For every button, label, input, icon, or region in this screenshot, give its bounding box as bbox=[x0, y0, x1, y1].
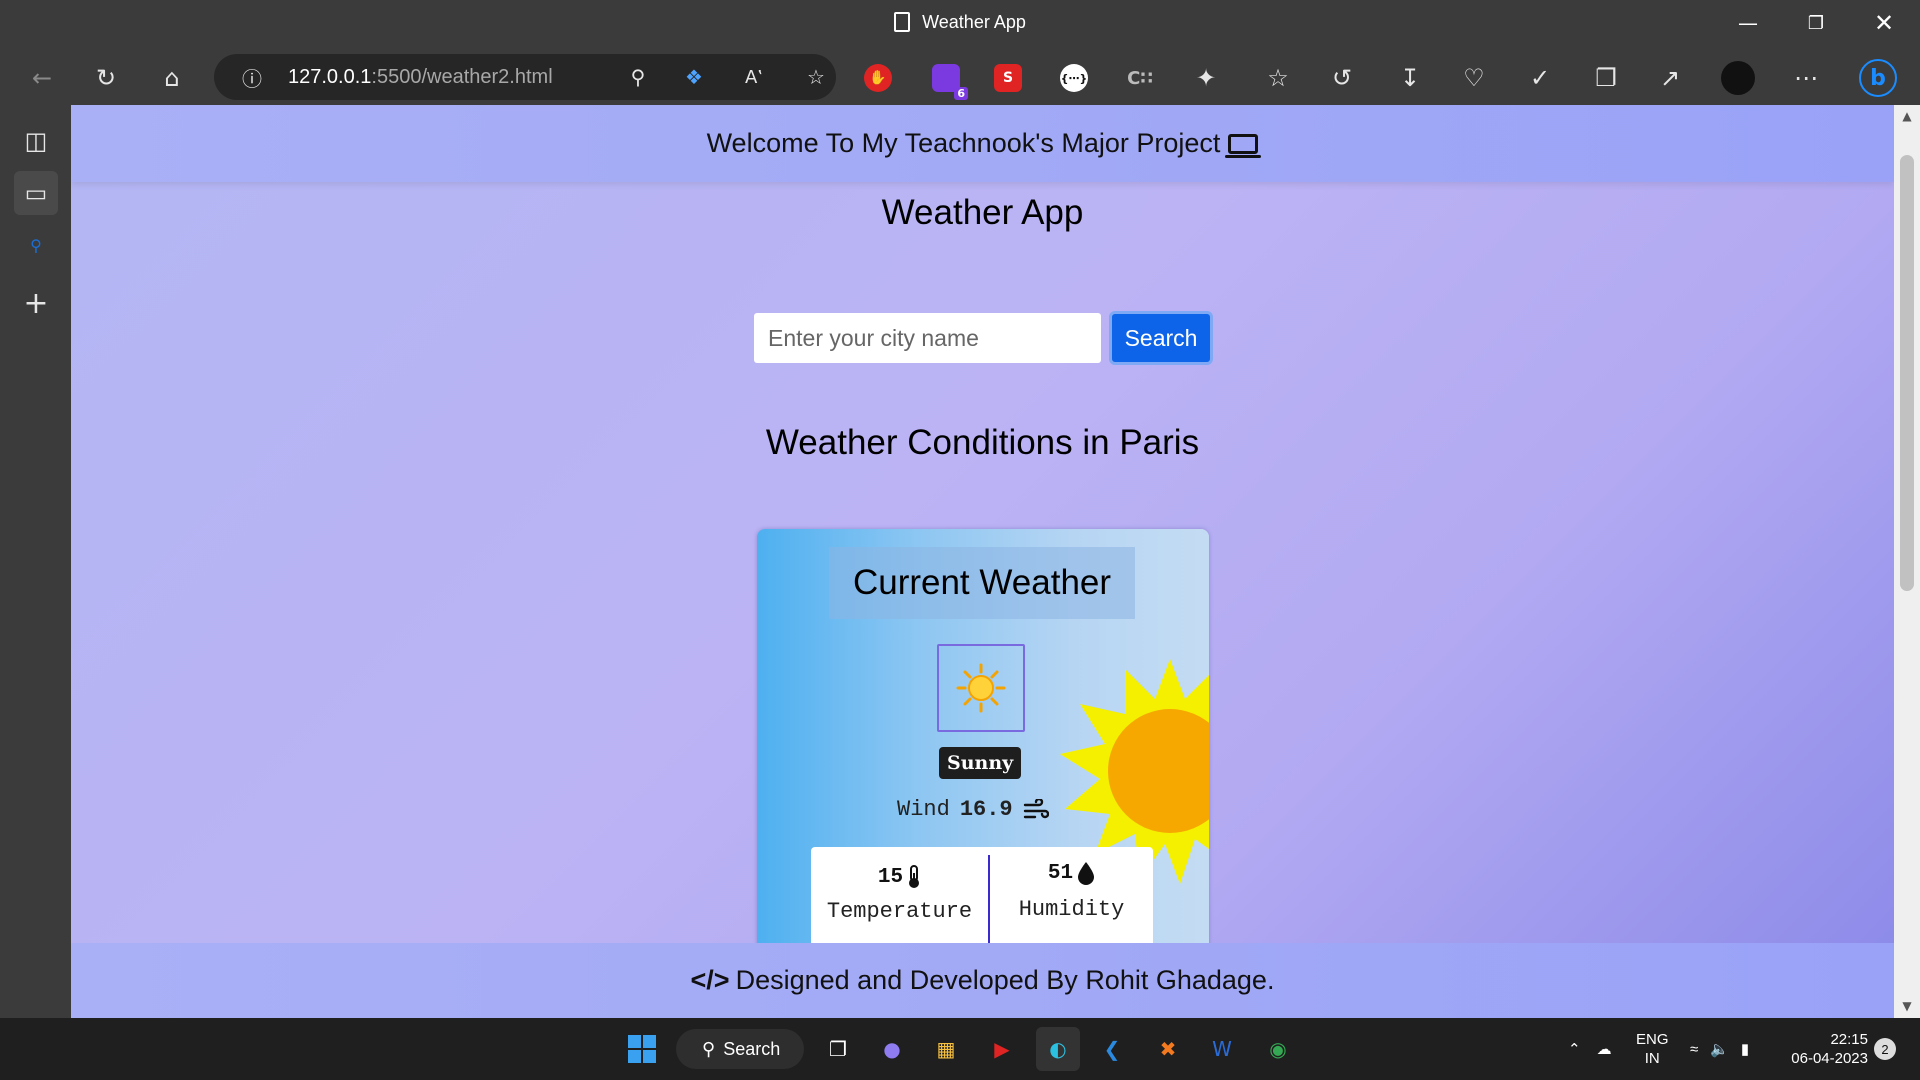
back-icon[interactable]: ← bbox=[22, 58, 62, 98]
favorites-icon[interactable]: ☆ bbox=[1258, 58, 1298, 98]
split-screen-icon[interactable]: ❐ bbox=[1586, 58, 1626, 98]
health-icon[interactable]: ♡ bbox=[1454, 58, 1494, 98]
search-icon: ⚲ bbox=[702, 1038, 716, 1059]
system-tray: ⌃ ☁ bbox=[1568, 1018, 1612, 1080]
youtube-icon[interactable]: ▶ bbox=[980, 1027, 1024, 1071]
temperature-value: 15 bbox=[877, 865, 904, 889]
extensions-icon[interactable]: ✦ bbox=[1186, 58, 1226, 98]
download-icon[interactable]: ↧ bbox=[1390, 58, 1430, 98]
wind-icon bbox=[1023, 798, 1049, 818]
more-icon[interactable]: ⋯ bbox=[1786, 58, 1826, 98]
minimize-button[interactable]: — bbox=[1716, 0, 1780, 46]
show-hidden-icons-icon[interactable]: ⌃ bbox=[1568, 1040, 1581, 1058]
read-aloud-icon[interactable]: A‛ bbox=[734, 57, 774, 97]
avatar bbox=[1721, 61, 1755, 95]
collections-icon[interactable]: ✓ bbox=[1520, 58, 1560, 98]
thermometer-icon bbox=[909, 865, 920, 888]
scroll-down-icon[interactable]: ▼ bbox=[1894, 999, 1920, 1013]
wind-value: 16.9 bbox=[959, 797, 1013, 822]
notifications-button[interactable]: 2 bbox=[1874, 1018, 1896, 1080]
onedrive-icon[interactable]: ☁ bbox=[1597, 1040, 1612, 1058]
search-button[interactable]: Search bbox=[1109, 311, 1213, 365]
refresh-icon[interactable]: ↻ bbox=[86, 58, 126, 98]
battery-icon: ▮ bbox=[1740, 1041, 1750, 1058]
taskbar-search-button[interactable]: ⚲ Search bbox=[676, 1029, 804, 1069]
tag-icon[interactable]: ❖ bbox=[674, 57, 714, 97]
restore-button[interactable]: ❐ bbox=[1784, 0, 1848, 46]
city-search-input[interactable] bbox=[754, 313, 1101, 363]
temperature-label: Temperature bbox=[826, 899, 973, 924]
search-tab-icon[interactable]: ⚲ bbox=[14, 223, 58, 267]
page-header: Welcome To My Teachnook's Major Project bbox=[71, 105, 1894, 182]
wind-readout: Wind 16.9 bbox=[897, 797, 1049, 822]
condition-badge: Sunny bbox=[939, 747, 1022, 779]
task-view-icon[interactable]: ❐ bbox=[816, 1027, 860, 1071]
tab-actions-icon[interactable]: ◫ bbox=[14, 119, 58, 163]
volume-muted-icon: 🔈 bbox=[1710, 1041, 1729, 1058]
page-title: Weather App bbox=[881, 193, 1084, 232]
clock[interactable]: 22:15 06-04-2023 bbox=[1788, 1018, 1868, 1080]
card-title: Current Weather bbox=[829, 547, 1135, 619]
window-title-bar: Weather App — ❐ ✕ bbox=[0, 0, 1920, 50]
file-explorer-icon[interactable]: ▦ bbox=[924, 1027, 968, 1071]
sun-icon bbox=[956, 663, 1006, 713]
word-icon[interactable]: W bbox=[1200, 1027, 1244, 1071]
browser-toolbar: ← ↻ ⌂ ⓘ 127.0.0.1:5500/weather2.html ⚲ ❖… bbox=[0, 50, 1920, 105]
url-text[interactable]: 127.0.0.1:5500/weather2.html bbox=[288, 66, 553, 89]
history-icon[interactable]: ↺ bbox=[1322, 58, 1362, 98]
add-favorite-icon[interactable]: ☆ bbox=[796, 57, 836, 97]
page-scrollbar[interactable]: ▲ ▼ bbox=[1894, 105, 1920, 1018]
start-icon[interactable] bbox=[620, 1027, 664, 1071]
extension-badge-icon[interactable]: 6 bbox=[932, 64, 968, 100]
language-indicator[interactable]: ENG IN bbox=[1636, 1018, 1669, 1080]
json-extension-icon[interactable]: {⋯} bbox=[1060, 64, 1088, 92]
home-icon[interactable]: ⌂ bbox=[152, 58, 192, 98]
wind-label: Wind bbox=[897, 797, 950, 822]
search-form: Search bbox=[754, 311, 1213, 365]
page-footer: </> Designed and Developed By Rohit Ghad… bbox=[71, 943, 1894, 1018]
address-bar[interactable]: ⓘ 127.0.0.1:5500/weather2.html ⚲ ❖ A‛ ☆ bbox=[214, 54, 836, 100]
page-viewport: Welcome To My Teachnook's Major Project … bbox=[71, 105, 1894, 1018]
document-icon bbox=[894, 12, 911, 32]
window-title: Weather App bbox=[0, 12, 1920, 33]
browser-sidebar: ◫ ▭ ⚲ + bbox=[0, 105, 71, 1018]
chrome-icon[interactable]: ◉ bbox=[1256, 1027, 1300, 1071]
scroll-thumb[interactable] bbox=[1900, 155, 1914, 591]
xampp-icon[interactable]: ✖ bbox=[1146, 1027, 1190, 1071]
share-icon[interactable]: ↗ bbox=[1650, 58, 1690, 98]
weather-card: Current Weather Sunny Wind 16.9 15 Tempe… bbox=[757, 529, 1209, 959]
droplet-icon bbox=[1078, 862, 1095, 885]
info-icon[interactable]: ⓘ bbox=[232, 57, 272, 97]
page-tab-icon[interactable]: ▭ bbox=[14, 171, 58, 215]
weather-icon-box bbox=[937, 644, 1025, 732]
vscode-icon[interactable]: ❮ bbox=[1090, 1027, 1134, 1071]
scroll-up-icon[interactable]: ▲ bbox=[1894, 109, 1920, 123]
wifi-icon: ≈ bbox=[1690, 1040, 1699, 1058]
humidity-value: 51 bbox=[1047, 861, 1074, 885]
laptop-icon bbox=[1225, 133, 1262, 158]
new-tab-icon[interactable]: + bbox=[14, 281, 58, 325]
profile-icon[interactable] bbox=[1718, 58, 1758, 98]
s-extension-icon[interactable]: S bbox=[994, 64, 1022, 92]
close-button[interactable]: ✕ bbox=[1852, 0, 1916, 46]
teams-chat-icon[interactable]: ● bbox=[870, 1027, 914, 1071]
conditions-heading: Weather Conditions in Paris bbox=[765, 423, 1200, 462]
quick-settings[interactable]: ≈ 🔈 ▮ bbox=[1690, 1018, 1749, 1080]
bing-icon[interactable]: b bbox=[1858, 58, 1898, 98]
location-icon[interactable]: ⚲ bbox=[618, 57, 658, 97]
humidity-label: Humidity bbox=[1018, 897, 1125, 922]
css-extension-icon[interactable]: C∷ bbox=[1126, 64, 1154, 92]
code-icon: </> bbox=[690, 965, 730, 995]
taskbar: ⚲ Search ❐ ● ▦ ▶ ◐ ❮ ✖ W ◉ ⌃ ☁ ENG IN ≈ … bbox=[0, 1018, 1920, 1080]
notification-count-badge: 2 bbox=[1874, 1038, 1896, 1060]
edge-icon[interactable]: ◐ bbox=[1036, 1027, 1080, 1071]
adblock-extension-icon[interactable]: ✋ bbox=[864, 64, 892, 92]
